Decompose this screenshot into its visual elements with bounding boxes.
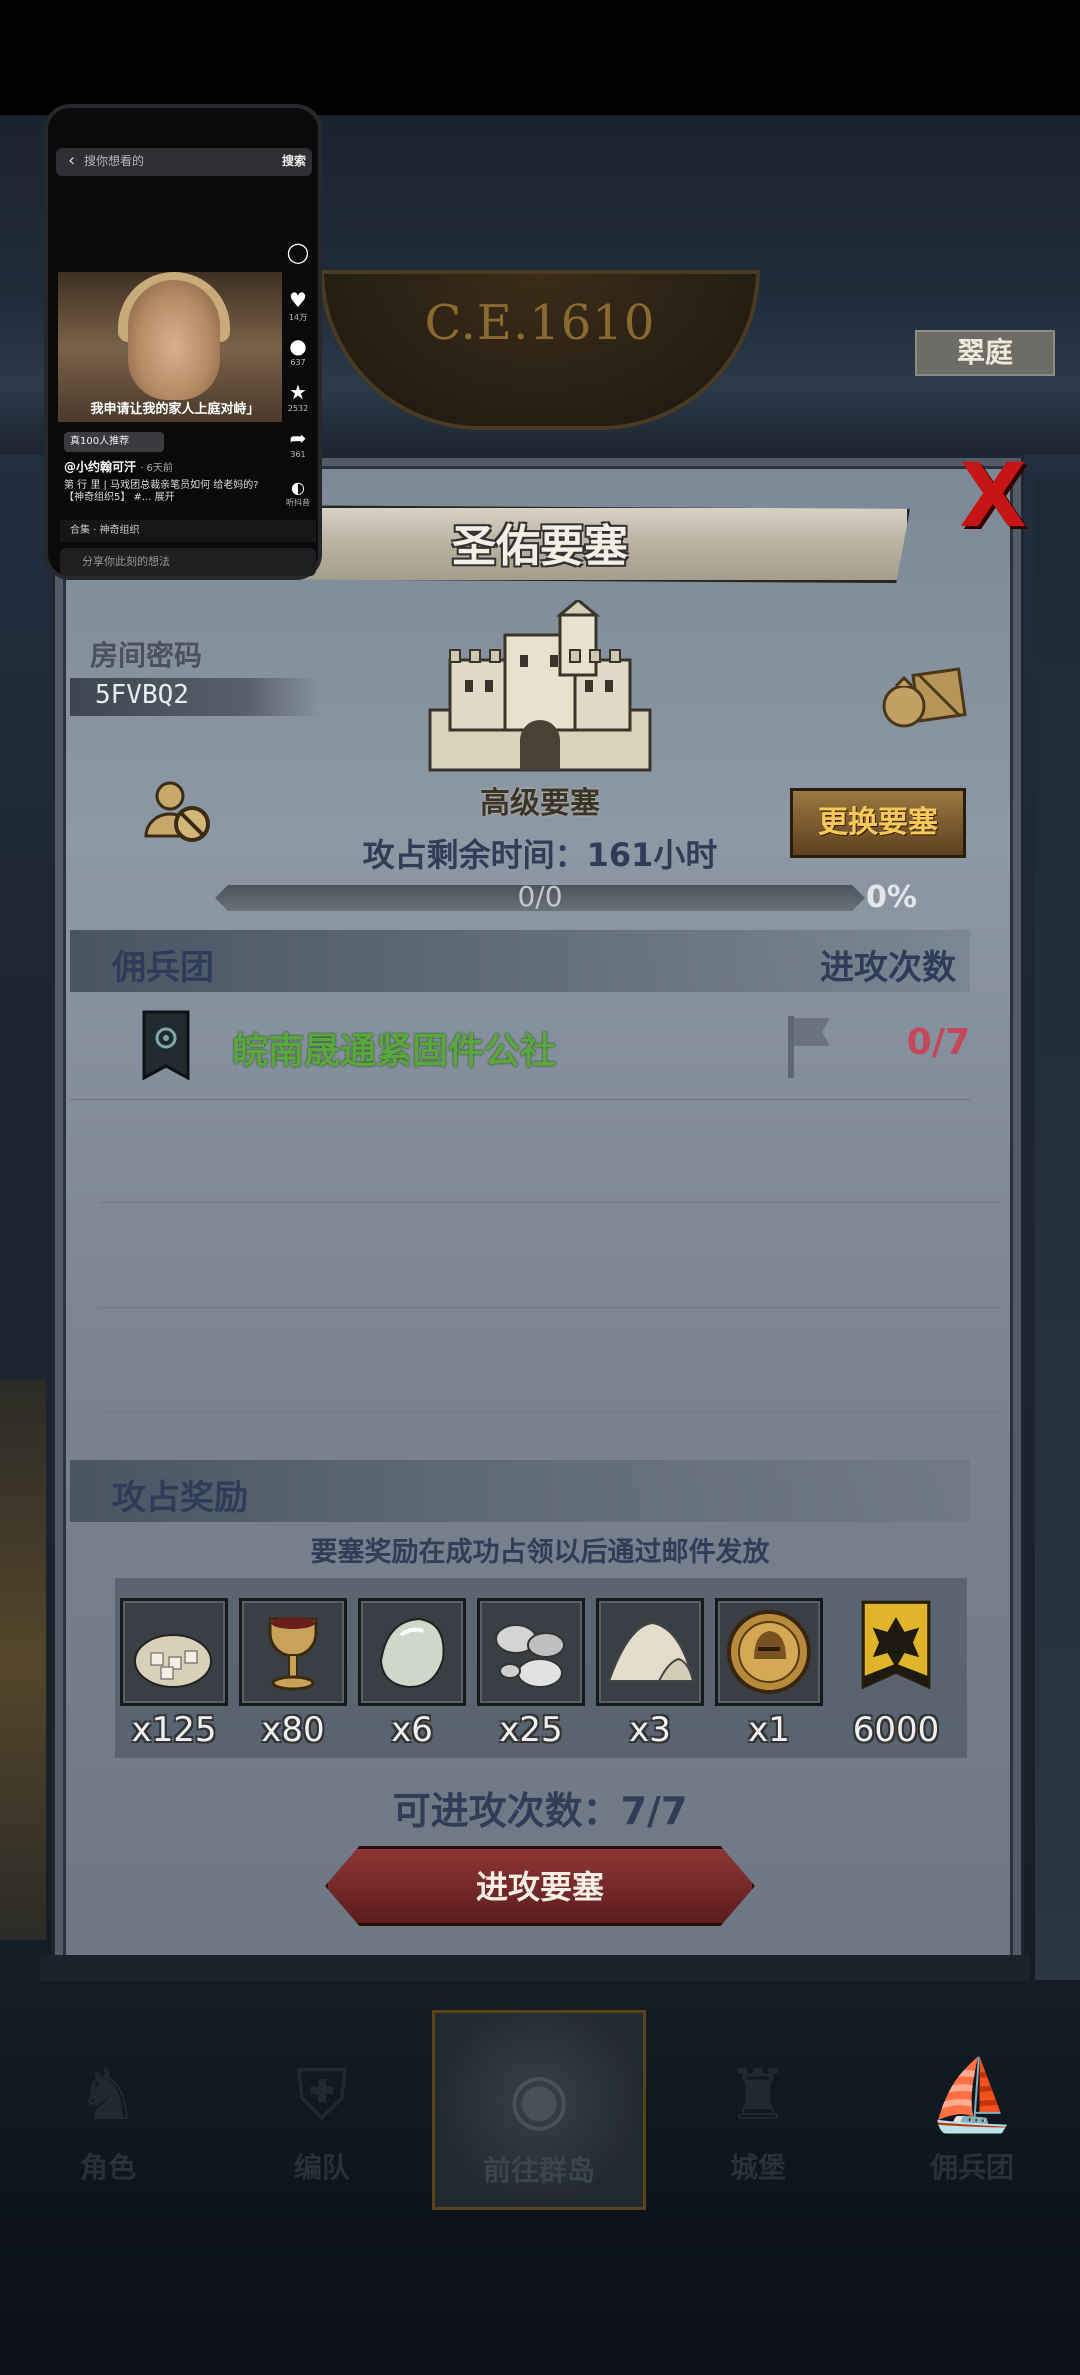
video-collection-bar[interactable]: 合集 · 神奇组织 xyxy=(60,520,316,542)
attacks-remaining: 可进攻次数：7/7 xyxy=(392,1789,688,1833)
change-fortress-button[interactable]: 更换要塞 xyxy=(790,788,966,858)
flag-icon xyxy=(788,1016,830,1078)
favorite-icon[interactable]: ★ 2532 xyxy=(280,380,316,413)
reward-note: 要塞奖励在成功占领以后通过邮件发放 xyxy=(310,1537,770,1568)
goblet-icon xyxy=(239,1598,347,1706)
video-person-face xyxy=(128,280,220,400)
comment-input[interactable]: 分享你此刻的想法 xyxy=(60,548,316,576)
favorite-count: 2532 xyxy=(287,404,309,413)
guild-section-title: 佣兵团 xyxy=(112,948,214,988)
armor-icon: ⛨ xyxy=(295,2054,349,2136)
like-icon[interactable]: ♥ 14万 xyxy=(280,288,316,323)
like-count: 14万 xyxy=(288,313,308,322)
nav-formation[interactable]: ⛨ 编队 xyxy=(222,2010,422,2210)
recommend-chip[interactable]: 真100人推荐 xyxy=(64,432,164,452)
video-search-input[interactable]: 搜你想看的 xyxy=(84,152,144,169)
castle-icon: ♜ xyxy=(726,2054,790,2136)
reward-count: x6 xyxy=(391,1710,433,1750)
reward-item[interactable]: x25 xyxy=(477,1598,587,1750)
reward-item[interactable]: x3 xyxy=(596,1598,706,1750)
salt-pile-icon xyxy=(596,1598,704,1706)
empty-row-divider xyxy=(100,1202,1000,1203)
share-count: 361 xyxy=(290,450,306,459)
nav-label: 编队 xyxy=(293,2151,350,2184)
reward-item[interactable]: 6000 xyxy=(842,1598,952,1750)
reward-count: x3 xyxy=(629,1710,671,1750)
guild-banner-icon xyxy=(142,1010,190,1081)
reward-count: x25 xyxy=(499,1710,563,1750)
reward-item[interactable]: x125 xyxy=(120,1598,230,1750)
comment-icon[interactable]: ● 637 xyxy=(280,334,316,367)
attack-count-header: 进攻次数 xyxy=(820,948,956,988)
room-code[interactable]: 5FVBQ2 xyxy=(95,680,189,710)
empty-row-divider xyxy=(100,1307,1000,1308)
author-name: @小约翰可汗 xyxy=(64,460,137,474)
back-arrow-icon[interactable]: ‹ xyxy=(68,150,75,171)
reward-count: x125 xyxy=(131,1710,217,1750)
video-search-button[interactable]: 搜索 xyxy=(282,152,306,169)
knight-coin-icon xyxy=(715,1598,823,1706)
comment-count: 637 xyxy=(290,358,306,367)
guild-emblem-icon xyxy=(861,1600,931,1690)
member-blocked-icon[interactable] xyxy=(142,778,214,846)
nav-label: 前往群岛 xyxy=(482,2154,595,2187)
nav-label: 城堡 xyxy=(729,2151,786,2184)
capture-time-left: 攻占剩余时间：161小时 xyxy=(362,836,718,874)
era-label: C.E.1610 xyxy=(424,295,656,351)
room-password-label: 房间密码 xyxy=(90,639,203,672)
sugar-sack-icon xyxy=(120,1598,228,1706)
nav-label: 角色 xyxy=(79,2151,136,2184)
fortress-castle-icon xyxy=(428,600,652,772)
reward-count: x1 xyxy=(748,1710,790,1750)
nav-islands[interactable]: ◉ 前往群岛 xyxy=(432,2010,646,2210)
video-description: 第 行 里 | 马戏团总裁亲笔员如何 给老妈的?【神奇组织5】 #... 展开 xyxy=(64,480,259,503)
capture-progress-text: 0/0 xyxy=(517,880,563,913)
reward-count: x80 xyxy=(261,1710,325,1750)
guild-name: 皖南晟通紧固件公社 xyxy=(232,1031,557,1072)
nav-character[interactable]: ♞ 角色 xyxy=(8,2010,208,2210)
post-time: · 6天前 xyxy=(140,463,173,474)
ship-icon: ⛵ xyxy=(928,2054,1016,2136)
listen-label: 听抖音 xyxy=(286,498,310,507)
location-tag-button[interactable]: 翠庭 xyxy=(915,330,1055,376)
close-button[interactable]: X xyxy=(958,452,1028,540)
reward-section-title: 攻占奖励 xyxy=(112,1478,248,1518)
fortress-level: 高级要塞 xyxy=(480,786,600,821)
bottom-background xyxy=(0,2210,1080,2375)
video-caption: 我申请让我的家人上庭对峙」 xyxy=(90,402,260,417)
capture-progress-percent: 0% xyxy=(866,880,917,915)
gem-stone-icon xyxy=(358,1598,466,1706)
nav-mercenaries[interactable]: ⛵ 佣兵团 xyxy=(872,2010,1072,2210)
creator-avatar[interactable]: ◯ xyxy=(280,240,316,264)
reward-item[interactable]: x80 xyxy=(239,1598,349,1750)
silver-pebbles-icon xyxy=(477,1598,585,1706)
globe-icon: ◉ xyxy=(508,2057,570,2139)
right-edge-decoration xyxy=(1035,480,1080,1980)
reward-item[interactable]: x6 xyxy=(358,1598,468,1750)
panel-bottom-frame xyxy=(40,1955,1030,1981)
headphones-icon[interactable]: ◐ 听抖音 xyxy=(280,478,316,508)
video-author[interactable]: @小约翰可汗 · 6天前 xyxy=(64,458,173,475)
share-icon[interactable]: ➦ 361 xyxy=(280,426,316,459)
reward-count: 6000 xyxy=(852,1710,940,1750)
nav-label: 佣兵团 xyxy=(929,2151,1014,2184)
guild-attack-count: 0/7 xyxy=(906,1022,970,1063)
nav-castle[interactable]: ♜ 城堡 xyxy=(658,2010,858,2210)
supply-crate-icon[interactable] xyxy=(878,660,968,730)
left-edge-decoration xyxy=(0,1380,46,1940)
knight-helmet-icon: ♞ xyxy=(76,2054,140,2136)
close-icon: X xyxy=(959,444,1027,547)
attack-fortress-button[interactable]: 进攻要塞 xyxy=(325,1846,755,1926)
empty-row-divider xyxy=(100,1412,1000,1413)
reward-item[interactable]: x1 xyxy=(715,1598,825,1750)
